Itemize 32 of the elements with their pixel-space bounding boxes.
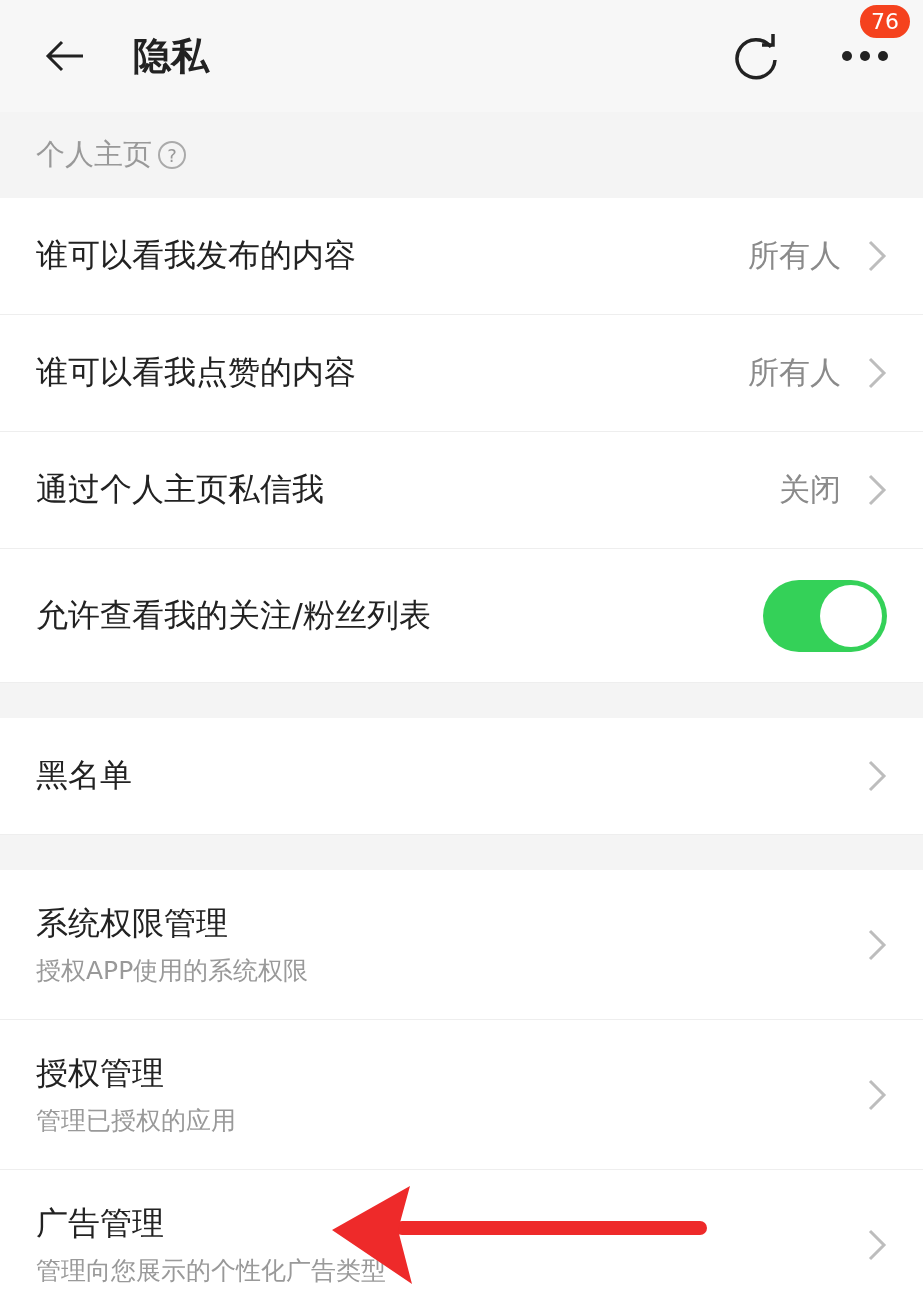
chevron-icon — [867, 759, 887, 793]
settings-row[interactable]: 黑名单 — [0, 718, 923, 835]
row-title: 通过个人主页私信我 — [36, 469, 325, 510]
chevron-icon — [867, 927, 887, 962]
row-value: 关闭 — [779, 470, 841, 509]
chevron-icon — [867, 473, 887, 507]
row-title: 谁可以看我发布的内容 — [36, 235, 357, 276]
chevron-icon — [867, 356, 887, 390]
row-subtitle: 管理已授权的应用 — [36, 1105, 237, 1137]
row-subtitle: 授权APP使用的系统权限 — [36, 955, 310, 987]
settings-row[interactable]: 系统权限管理 授权APP使用的系统权限 — [0, 870, 923, 1020]
settings-row[interactable]: 授权管理 管理已授权的应用 — [0, 1020, 923, 1170]
page-title: 隐私 — [133, 32, 209, 80]
settings-row[interactable]: 通过个人主页私信我 关闭 — [0, 432, 923, 549]
settings-row[interactable]: 广告管理 管理向您展示的个性化广告类型 — [0, 1170, 923, 1300]
chevron-icon — [867, 239, 887, 273]
row-title: 允许查看我的关注/粉丝列表 — [36, 594, 432, 636]
row-title: 黑名单 — [36, 755, 133, 796]
chevron-icon — [867, 1077, 887, 1112]
back-icon[interactable] — [45, 40, 85, 72]
row-title: 授权管理 — [36, 1053, 165, 1094]
row-title: 广告管理 — [36, 1203, 165, 1244]
row-subtitle: 管理向您展示的个性化广告类型 — [36, 1255, 387, 1287]
more-icon[interactable] — [841, 49, 889, 62]
settings-row[interactable]: 谁可以看我点赞的内容 所有人 — [0, 315, 923, 432]
section-label: 个人主页 — [36, 136, 152, 173]
row-value: 所有人 — [748, 353, 841, 392]
chevron-icon — [867, 1227, 887, 1262]
settings-row[interactable]: 谁可以看我发布的内容 所有人 — [0, 198, 923, 315]
row-title: 谁可以看我点赞的内容 — [36, 352, 357, 393]
row-value: 所有人 — [748, 236, 841, 275]
row-title: 系统权限管理 — [36, 903, 229, 944]
